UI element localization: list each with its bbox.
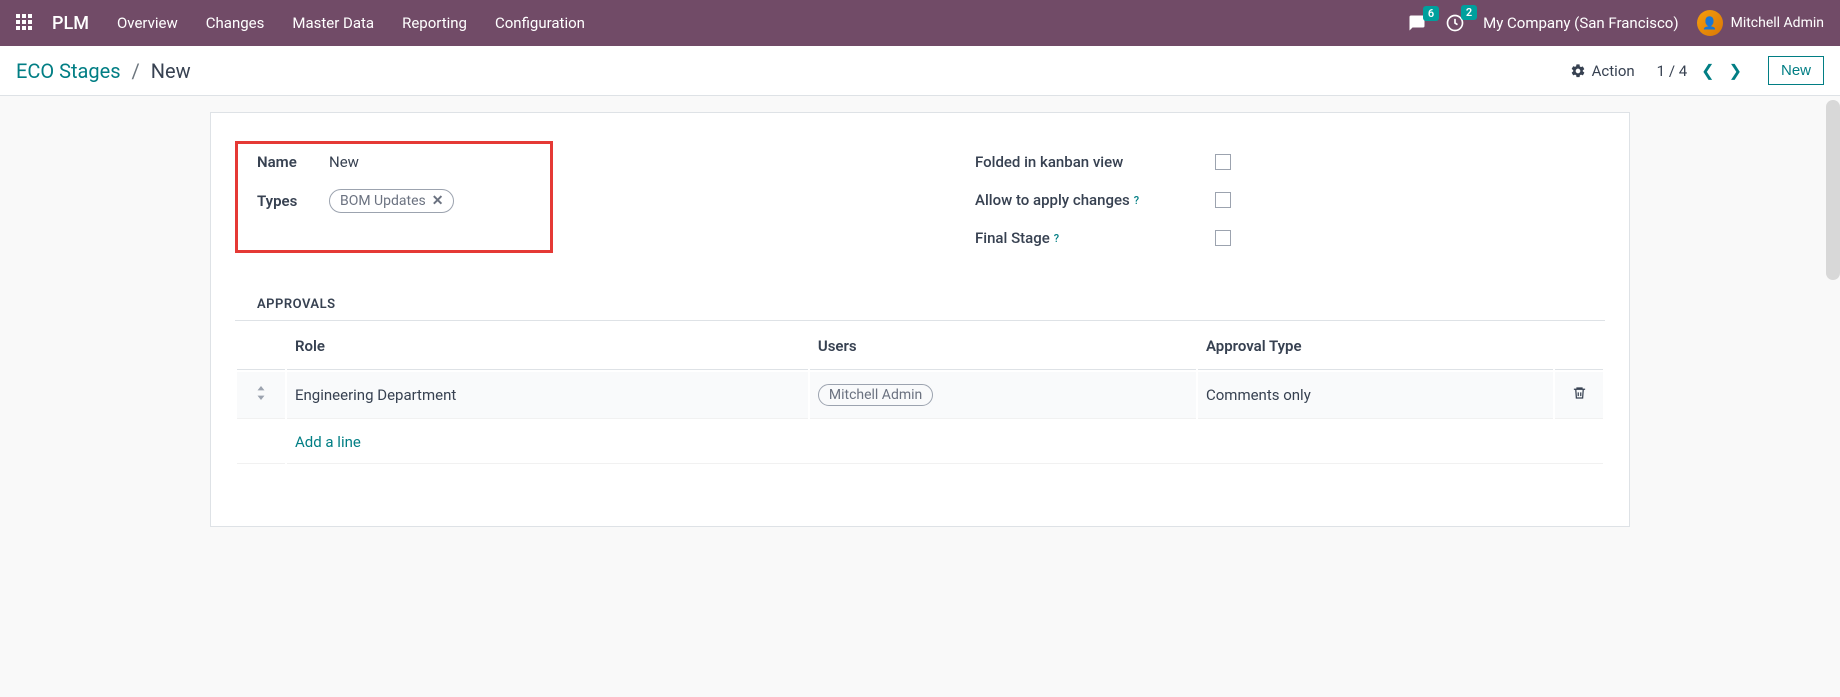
new-button[interactable]: New bbox=[1768, 56, 1824, 85]
control-bar: ECO Stages / New Action 1 / 4 ❮ ❯ New bbox=[0, 46, 1840, 96]
breadcrumb: ECO Stages / New bbox=[16, 59, 191, 83]
pager-next[interactable]: ❯ bbox=[1725, 59, 1746, 82]
allow-checkbox[interactable] bbox=[1215, 192, 1231, 208]
user-tag[interactable]: Mitchell Admin bbox=[818, 384, 933, 406]
add-line-button[interactable]: Add a line bbox=[295, 433, 361, 451]
help-icon[interactable]: ? bbox=[1134, 194, 1139, 207]
messages-badge: 6 bbox=[1423, 6, 1439, 21]
nav-overview[interactable]: Overview bbox=[117, 14, 178, 32]
help-icon[interactable]: ? bbox=[1054, 232, 1059, 245]
approvals-table: Role Users Approval Type Engineering Dep… bbox=[235, 320, 1605, 466]
col-role: Role bbox=[287, 323, 808, 370]
nav-items: Overview Changes Master Data Reporting C… bbox=[117, 14, 585, 32]
form-sheet: Name New Types BOM Updates ✕ Folded in k… bbox=[210, 112, 1630, 527]
table-row: Add a line bbox=[237, 421, 1603, 464]
col-approval-type: Approval Type bbox=[1198, 323, 1553, 370]
col-users: Users bbox=[810, 323, 1196, 370]
folded-checkbox[interactable] bbox=[1215, 154, 1231, 170]
drag-handle-icon[interactable] bbox=[237, 372, 285, 419]
type-tag[interactable]: BOM Updates ✕ bbox=[329, 189, 454, 213]
action-menu[interactable]: Action bbox=[1570, 62, 1635, 80]
breadcrumb-current: New bbox=[151, 59, 191, 83]
final-label: Final Stage ? bbox=[975, 229, 1185, 247]
types-label: Types bbox=[257, 192, 329, 210]
table-row[interactable]: Engineering Department Mitchell Admin Co… bbox=[237, 372, 1603, 419]
left-column: Name New Types BOM Updates ✕ bbox=[235, 137, 595, 267]
pager-count[interactable]: 1 / 4 bbox=[1657, 62, 1688, 80]
users-cell[interactable]: Mitchell Admin bbox=[810, 372, 1196, 419]
delete-row-icon[interactable] bbox=[1555, 372, 1603, 419]
user-menu[interactable]: 👤 Mitchell Admin bbox=[1697, 10, 1824, 36]
company-selector[interactable]: My Company (San Francisco) bbox=[1483, 14, 1678, 32]
role-cell[interactable]: Engineering Department bbox=[287, 372, 808, 419]
approvals-title: APPROVALS bbox=[257, 297, 1605, 312]
gear-icon bbox=[1570, 63, 1586, 79]
name-label: Name bbox=[257, 153, 329, 171]
right-column: Folded in kanban view Allow to apply cha… bbox=[635, 137, 1605, 267]
final-checkbox[interactable] bbox=[1215, 230, 1231, 246]
activity-badge: 2 bbox=[1461, 5, 1477, 20]
nav-reporting[interactable]: Reporting bbox=[402, 14, 467, 32]
pager: 1 / 4 ❮ ❯ bbox=[1657, 59, 1746, 82]
folded-label: Folded in kanban view bbox=[975, 153, 1185, 171]
type-tag-label: BOM Updates bbox=[340, 193, 426, 209]
pager-prev[interactable]: ❮ bbox=[1697, 59, 1718, 82]
nav-configuration[interactable]: Configuration bbox=[495, 14, 585, 32]
name-field[interactable]: New bbox=[329, 153, 359, 171]
app-name[interactable]: PLM bbox=[52, 13, 89, 34]
user-name: Mitchell Admin bbox=[1731, 15, 1824, 31]
tag-remove-icon[interactable]: ✕ bbox=[432, 193, 444, 209]
scrollbar[interactable] bbox=[1826, 100, 1840, 280]
top-nav: PLM Overview Changes Master Data Reporti… bbox=[0, 0, 1840, 46]
allow-label: Allow to apply changes ? bbox=[975, 191, 1185, 209]
apps-icon[interactable] bbox=[16, 14, 34, 32]
types-field[interactable]: BOM Updates ✕ bbox=[329, 189, 454, 213]
nav-changes[interactable]: Changes bbox=[206, 14, 265, 32]
approval-type-cell[interactable]: Comments only bbox=[1198, 372, 1553, 419]
breadcrumb-parent[interactable]: ECO Stages bbox=[16, 59, 121, 83]
nav-master-data[interactable]: Master Data bbox=[292, 14, 374, 32]
messages-icon[interactable]: 6 bbox=[1407, 14, 1427, 32]
activity-icon[interactable]: 2 bbox=[1445, 13, 1465, 33]
breadcrumb-sep: / bbox=[132, 59, 140, 83]
avatar: 👤 bbox=[1697, 10, 1723, 36]
action-label: Action bbox=[1592, 62, 1635, 80]
